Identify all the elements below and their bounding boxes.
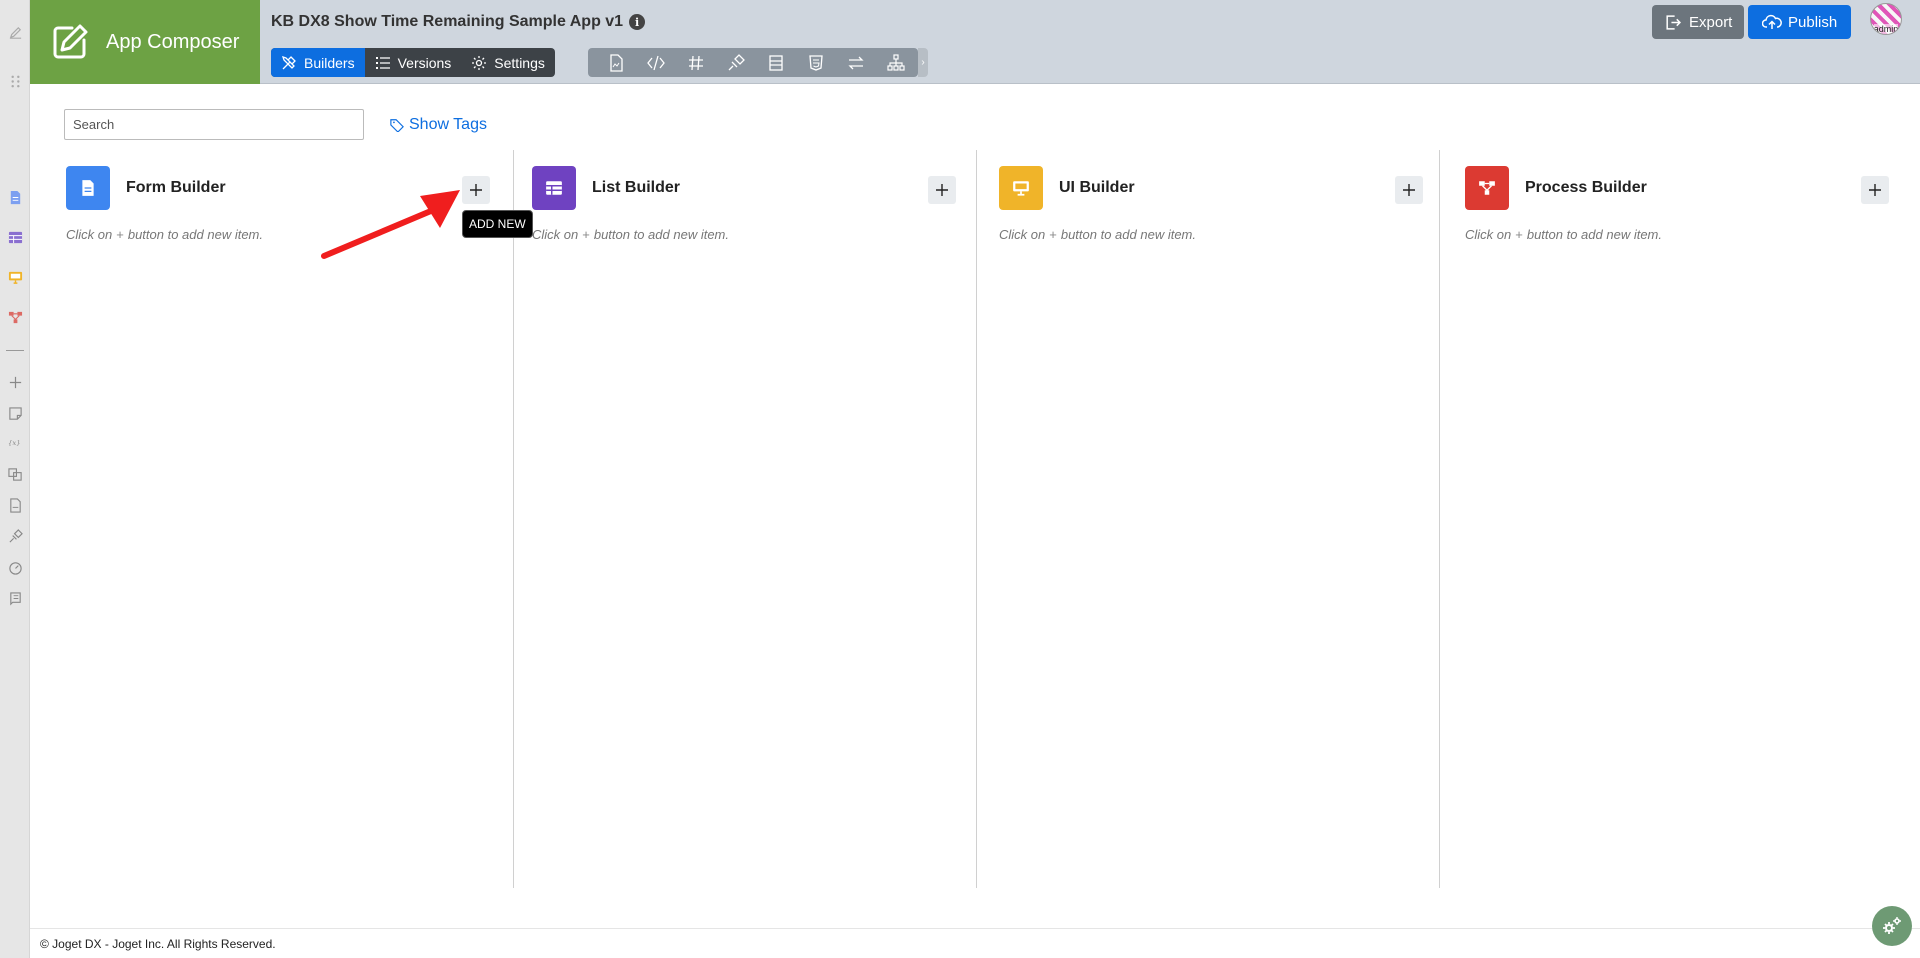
process-builder-add-button[interactable]	[1861, 176, 1889, 204]
chevron-right-icon[interactable]: ›	[918, 48, 928, 77]
process-builder-title: Process Builder	[1525, 179, 1647, 196]
list-builder-header[interactable]: List Builder	[532, 166, 680, 210]
resources-icon[interactable]	[6, 465, 24, 483]
variable-icon[interactable]: {x}	[6, 433, 24, 451]
cloud-upload-icon	[1762, 14, 1782, 29]
form-icon[interactable]	[6, 188, 24, 206]
list-icon	[375, 56, 390, 69]
list-builder-column: List Builder Click on + button to add new …	[532, 150, 958, 888]
left-rail: {x}	[0, 0, 30, 958]
app-title: KB DX8 Show Time Remaining Sample App v1…	[271, 13, 646, 31]
hash-icon[interactable]	[676, 48, 716, 77]
footer-copyright: © Joget DX - Joget Inc. All Rights Reser…	[40, 936, 276, 951]
rail-divider	[6, 350, 24, 351]
swap-arrows-icon[interactable]	[836, 48, 876, 77]
publish-label: Publish	[1788, 13, 1838, 31]
form-icon	[66, 166, 110, 210]
top-header: App Composer KB DX8 Show Time Remaining …	[30, 0, 1920, 84]
list-icon[interactable]	[6, 228, 24, 246]
tab-versions-label: Versions	[397, 54, 452, 71]
edit-icon	[53, 24, 88, 59]
html5-icon[interactable]	[796, 48, 836, 77]
plus-icon	[936, 184, 948, 196]
plus-icon	[1403, 184, 1415, 196]
process-icon[interactable]	[6, 308, 24, 326]
sitemap-icon[interactable]	[876, 48, 916, 77]
add-icon[interactable]	[6, 373, 24, 391]
brand-label: App Composer	[106, 30, 240, 53]
plugin-icon[interactable]	[716, 48, 756, 77]
tab-builders[interactable]: Builders	[271, 48, 365, 77]
settings-fab[interactable]	[1872, 906, 1912, 946]
tab-settings-label: Settings	[494, 54, 545, 71]
column-divider	[976, 150, 977, 888]
ui-builder-hint: Click on + button to add new item.	[999, 227, 1196, 242]
tools-icon	[281, 55, 296, 69]
publish-button[interactable]: Publish	[1748, 5, 1852, 39]
footer: © Joget DX - Joget Inc. All Rights Reser…	[30, 928, 1920, 958]
show-tags-label: Show Tags	[409, 116, 487, 133]
export-icon	[1666, 14, 1681, 30]
search-input[interactable]	[64, 109, 364, 140]
ui-builder-title: UI Builder	[1059, 179, 1135, 196]
tab-settings[interactable]: Settings	[461, 48, 555, 77]
avatar-text: admin	[1873, 24, 1899, 34]
column-divider	[513, 150, 514, 888]
monitor-icon	[999, 166, 1043, 210]
list-builder-add-button[interactable]	[928, 176, 956, 204]
performance-icon[interactable]	[6, 558, 24, 576]
drag-handle-icon[interactable]	[6, 72, 24, 90]
gears-icon	[1883, 917, 1901, 934]
add-new-tooltip: ADD NEW	[462, 210, 533, 238]
column-divider	[1439, 150, 1440, 888]
export-label: Export	[1689, 13, 1733, 31]
annotation-arrow-icon	[321, 190, 460, 259]
ui-icon[interactable]	[6, 268, 24, 286]
plus-icon	[470, 184, 482, 196]
ui-builder-header[interactable]: UI Builder	[999, 166, 1135, 210]
list-table-icon[interactable]	[756, 48, 796, 77]
form-builder-title: Form Builder	[126, 179, 226, 196]
code-icon[interactable]	[636, 48, 676, 77]
gear-icon	[472, 55, 487, 70]
brand-block[interactable]: App Composer	[30, 0, 260, 84]
plus-icon	[1869, 184, 1881, 196]
table-icon	[532, 166, 576, 210]
info-icon[interactable]: i	[629, 14, 646, 30]
ui-builder-add-button[interactable]	[1395, 176, 1423, 204]
main-tabbar: Builders Versions Settings	[271, 48, 555, 77]
pdf-file-icon[interactable]	[6, 496, 24, 514]
process-builder-column: Process Builder Click on + button to add n…	[1465, 150, 1891, 888]
form-builder-header[interactable]: Form Builder	[66, 166, 226, 210]
form-builder-hint: Click on + button to add new item.	[66, 227, 263, 242]
edit-icon[interactable]	[6, 24, 24, 42]
export-button[interactable]: Export	[1652, 5, 1745, 39]
app-title-text: KB DX8 Show Time Remaining Sample App v1	[271, 13, 624, 30]
process-icon	[1465, 166, 1509, 210]
logs-icon[interactable]	[6, 589, 24, 607]
pdf-file-icon[interactable]	[596, 48, 636, 77]
show-tags-link[interactable]: Show Tags	[390, 116, 487, 134]
list-builder-hint: Click on + button to add new item.	[532, 227, 729, 242]
tag-icon	[390, 119, 404, 132]
process-builder-hint: Click on + button to add new item.	[1465, 227, 1662, 242]
svg-text:{x}: {x}	[8, 439, 21, 447]
builder-toolbar: ›	[588, 48, 928, 77]
list-builder-title: List Builder	[592, 179, 681, 196]
tab-builders-label: Builders	[304, 54, 355, 71]
plugin-icon[interactable]	[6, 527, 24, 545]
note-icon[interactable]	[6, 404, 24, 422]
avatar[interactable]: admin	[1870, 3, 1902, 35]
tab-versions[interactable]: Versions	[365, 48, 462, 77]
ui-builder-column: UI Builder Click on + button to add new it…	[999, 150, 1425, 888]
process-builder-header[interactable]: Process Builder	[1465, 166, 1647, 210]
